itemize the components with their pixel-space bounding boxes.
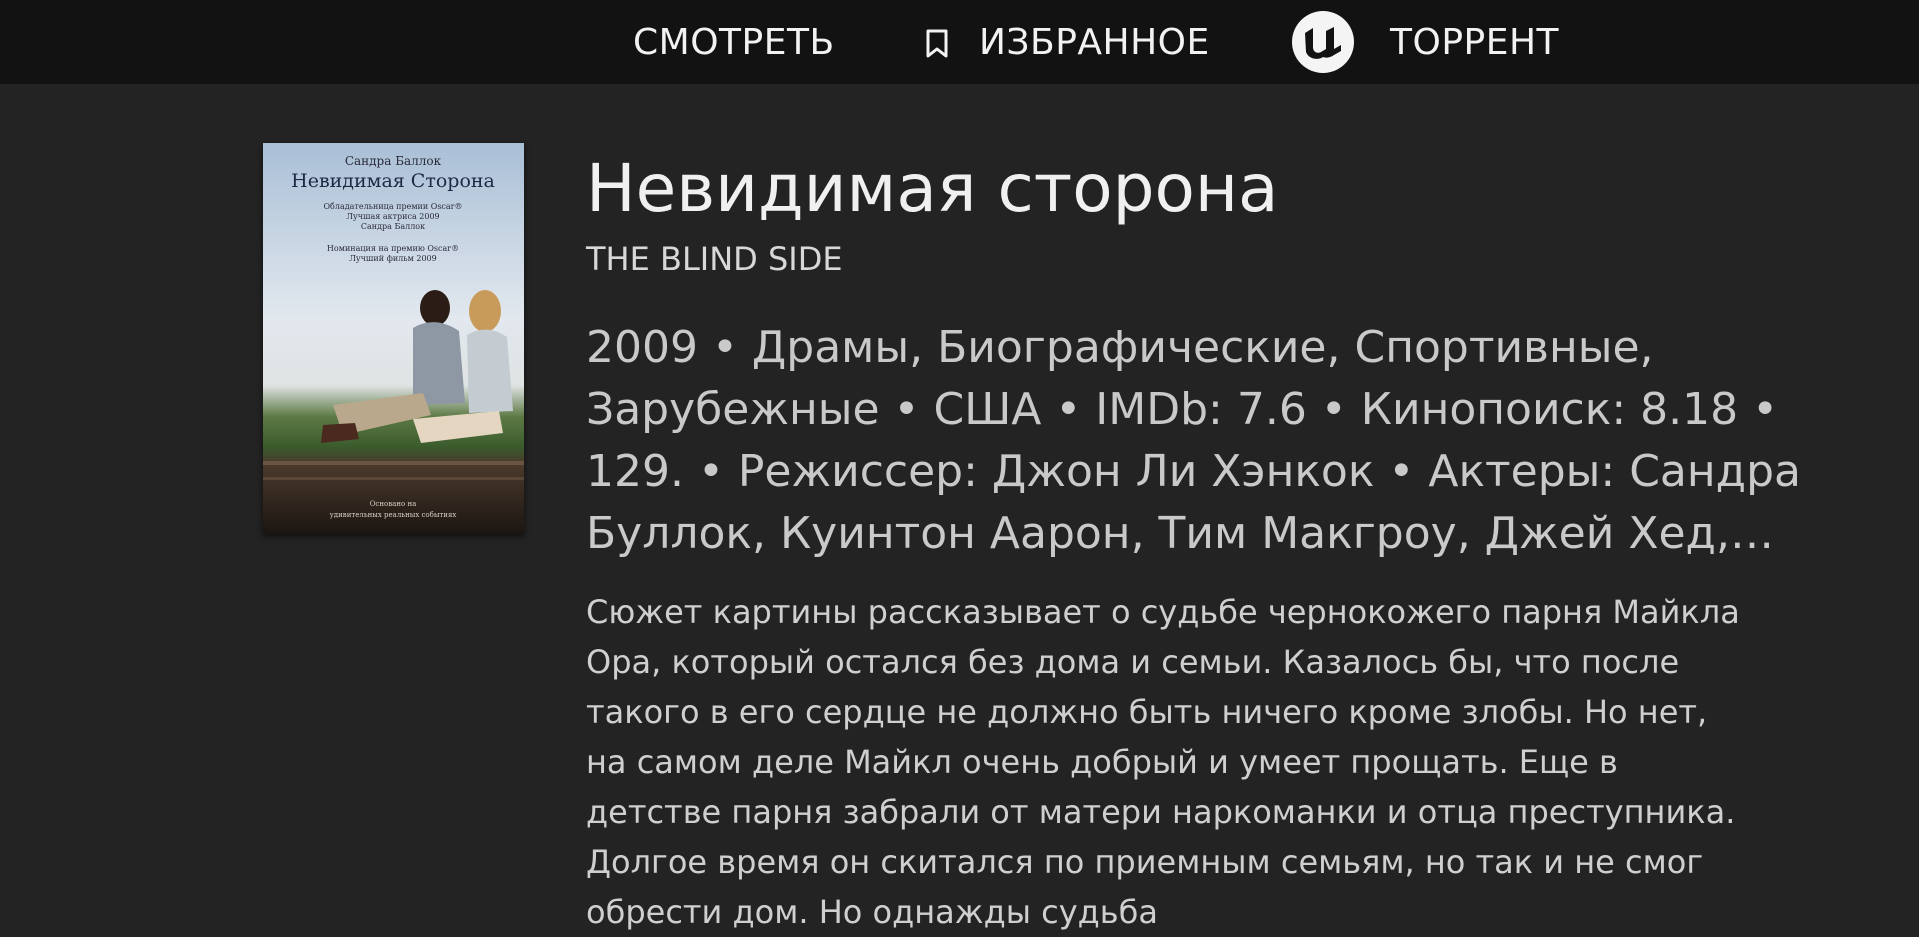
movie-title: Невидимая сторона <box>586 150 1279 227</box>
poster-nomination-1: Номинация на премию Oscar® <box>327 244 459 253</box>
poster-award-2: Лучшая актриса 2009 <box>346 212 439 221</box>
favorites-button[interactable]: ИЗБРАННОЕ <box>925 0 1210 84</box>
poster-footer-1: Основано на <box>370 500 417 508</box>
poster-actor: Сандра Баллок <box>345 154 442 168</box>
movie-meta: 2009 • Драмы, Биографические, Спортивные… <box>586 321 1801 559</box>
torrent-label: ТОРРЕНТ <box>1390 21 1560 63</box>
movie-poster: Сандра Баллок Невидимая Сторона Обладате… <box>263 143 524 534</box>
poster-award-3: Сандра Баллок <box>361 222 425 231</box>
top-nav-bar: СМОТРЕТЬ ИЗБРАННОЕ ТОРРЕНТ <box>0 0 1919 84</box>
watch-label: СМОТРЕТЬ <box>633 21 835 63</box>
poster-award-1: Обладательница премии Oscar® <box>324 202 463 211</box>
watch-button[interactable]: СМОТРЕТЬ <box>633 0 835 84</box>
movie-description: Сюжет картины рассказывает о судьбе черн… <box>586 592 1740 931</box>
movie-original-title: THE BLIND SIDE <box>586 239 843 278</box>
poster-title: Невидимая Сторона <box>291 170 495 192</box>
bookmark-icon <box>925 27 949 58</box>
torrent-button[interactable]: ТОРРЕНТ <box>1292 0 1559 84</box>
movie-details: Невидимая сторона THE BLIND SIDE 2009 • … <box>586 143 1801 937</box>
poster-nomination-2: Лучший фильм 2009 <box>349 254 436 263</box>
utorrent-icon <box>1292 11 1354 73</box>
poster-footer-2: удивительных реальных событиях <box>330 511 457 519</box>
favorites-label: ИЗБРАННОЕ <box>979 21 1210 63</box>
